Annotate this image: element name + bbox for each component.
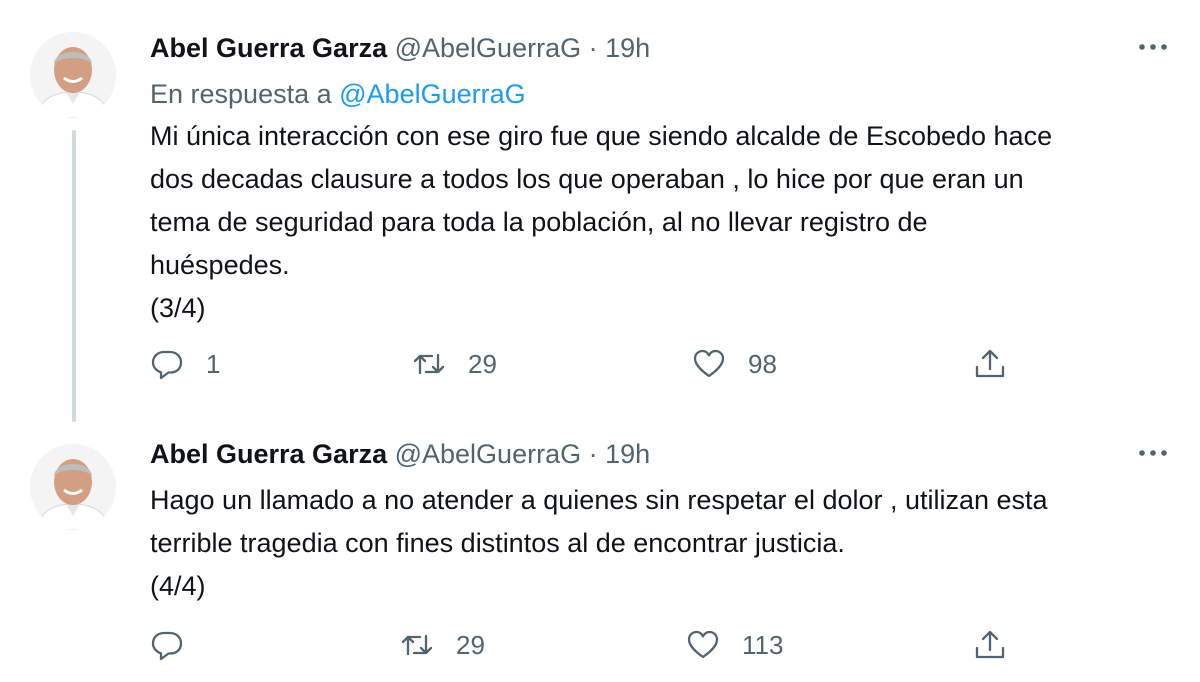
tweet-text-line: dos decadas clausure a todos los que ope… xyxy=(150,164,1024,194)
like-button[interactable]: 98 xyxy=(692,344,777,384)
author-name[interactable]: Abel Guerra Garza xyxy=(150,439,387,469)
reply-mention-link[interactable]: @AbelGuerraG xyxy=(339,79,525,109)
reply-bubble-icon xyxy=(151,350,183,380)
reply-context: En respuesta a @AbelGuerraG xyxy=(150,74,526,114)
more-options-button[interactable] xyxy=(1136,436,1170,470)
reply-bubble-icon xyxy=(151,631,183,661)
tweet-header: Abel Guerra Garza @AbelGuerraG · 19h xyxy=(150,434,650,474)
author-name[interactable]: Abel Guerra Garza xyxy=(150,33,387,63)
tweet-1[interactable]: Abel Guerra Garza @AbelGuerraG · 19h En … xyxy=(0,0,1200,422)
heart-icon xyxy=(687,630,719,659)
header-separator: · xyxy=(588,33,598,63)
retweet-count: 29 xyxy=(468,348,497,379)
author-avatar[interactable] xyxy=(30,32,116,118)
reply-count: 1 xyxy=(206,348,221,379)
header-separator: · xyxy=(588,439,598,469)
tweet-text-line: (3/4) xyxy=(150,293,206,323)
retweet-arrows-icon xyxy=(401,634,433,656)
tweet-text-line: huéspedes. xyxy=(150,250,290,280)
like-count: 113 xyxy=(742,629,784,660)
tweet-text-line: terrible tragedia con fines distintos al… xyxy=(150,528,845,558)
person-avatar-icon xyxy=(30,444,116,530)
reply-button[interactable]: 1 xyxy=(150,344,220,384)
tweet-text-line: Hago un llamado a no atender a quienes s… xyxy=(150,485,1048,515)
tweet-actions: 29 113 xyxy=(0,625,1200,665)
tweet-text-line: tema de seguridad para toda la población… xyxy=(150,207,928,237)
retweet-arrows-icon xyxy=(413,353,445,375)
more-horizontal-icon xyxy=(1139,450,1167,456)
tweet-actions: 1 29 98 xyxy=(0,344,1200,384)
person-avatar-icon xyxy=(30,32,116,118)
author-handle[interactable]: @AbelGuerraG xyxy=(395,439,581,469)
more-options-button[interactable] xyxy=(1136,30,1170,64)
reply-button[interactable] xyxy=(150,625,206,665)
retweet-button[interactable]: 29 xyxy=(400,625,485,665)
tweet-timestamp[interactable]: 19h xyxy=(605,33,650,63)
tweet-text: Mi única interacción con ese giro fue qu… xyxy=(150,115,1180,330)
share-upload-icon xyxy=(975,349,1005,378)
tweet-timestamp[interactable]: 19h xyxy=(605,439,650,469)
heart-icon xyxy=(693,349,725,378)
share-button[interactable] xyxy=(973,344,1007,384)
tweet-text-line: Mi única interacción con ese giro fue qu… xyxy=(150,121,1053,151)
tweet-header: Abel Guerra Garza @AbelGuerraG · 19h xyxy=(150,28,650,68)
tweet-text: Hago un llamado a no atender a quienes s… xyxy=(150,479,1180,608)
share-upload-icon xyxy=(975,630,1005,659)
like-button[interactable]: 113 xyxy=(686,625,783,665)
tweet-2[interactable]: Abel Guerra Garza @AbelGuerraG · 19h Hag… xyxy=(0,420,1200,682)
tweet-text-line: (4/4) xyxy=(150,571,206,601)
author-avatar[interactable] xyxy=(30,444,116,530)
reply-prefix: En respuesta a xyxy=(150,79,332,109)
share-button[interactable] xyxy=(973,625,1007,665)
retweet-count: 29 xyxy=(456,629,485,660)
author-handle[interactable]: @AbelGuerraG xyxy=(395,33,581,63)
like-count: 98 xyxy=(748,348,777,379)
retweet-button[interactable]: 29 xyxy=(412,344,497,384)
more-horizontal-icon xyxy=(1139,44,1167,50)
